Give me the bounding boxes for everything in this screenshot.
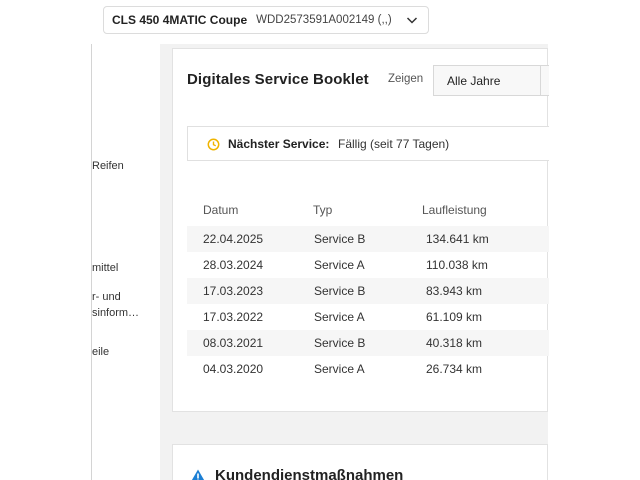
table-row: 17.03.2023 Service B 83.943 km [187,278,549,304]
year-filter-value: Alle Jahre [447,74,501,88]
year-filter-select[interactable]: Alle Jahre [433,65,549,96]
row-mileage: 134.641 km [426,232,489,246]
app-root: CLS 450 4MATIC Coupe WDD2573591A002149 (… [0,0,640,480]
vehicle-selector[interactable]: CLS 450 4MATIC Coupe WDD2573591A002149 (… [103,6,429,34]
vehicle-model: CLS 450 4MATIC Coupe [112,13,248,27]
row-date: 08.03.2021 [203,336,264,350]
left-margin [0,0,92,480]
next-service-label: Nächster Service: [228,137,330,151]
sidebar: Reifen mittel r- und sinform… eile [91,44,162,480]
row-type: Service A [314,362,365,376]
warning-icon [191,469,205,480]
row-type: Service B [314,232,366,246]
top-bar: CLS 450 4MATIC Coupe WDD2573591A002149 (… [92,0,548,44]
table-row: 28.03.2024 Service A 110.038 km [187,252,549,278]
row-type: Service B [314,284,366,298]
row-date: 17.03.2023 [203,284,264,298]
table-row: 22.04.2025 Service B 134.641 km [187,226,549,252]
sidebar-item-reifen[interactable]: Reifen [92,159,124,173]
row-type: Service A [314,258,365,272]
chevron-down-icon [406,17,418,24]
sidebar-item-sinform[interactable]: sinform… [92,306,139,320]
row-date: 22.04.2025 [203,232,264,246]
clock-icon [207,138,220,151]
column-header-date: Datum [203,203,239,217]
filter-label: Zeigen [388,73,424,85]
sidebar-item-und[interactable]: r- und [92,290,121,304]
table-row: 04.03.2020 Service A 26.734 km [187,356,549,382]
row-mileage: 110.038 km [426,258,488,272]
row-mileage: 26.734 km [426,362,483,376]
page-title: Digitales Service Booklet [187,71,369,88]
table-row: 17.03.2022 Service A 61.109 km [187,304,549,330]
select-divider [540,66,541,95]
sidebar-item-mittel[interactable]: mittel [92,261,118,275]
next-service-value: Fällig (seit 77 Tagen) [338,137,450,151]
row-type: Service B [314,336,366,350]
service-booklet-card: Digitales Service Booklet Zeigen Alle Ja… [172,48,549,412]
row-date: 28.03.2024 [203,258,264,272]
next-service-banner: Nächster Service: Fällig (seit 77 Tagen) [187,126,549,161]
row-mileage: 61.109 km [426,310,483,324]
row-date: 04.03.2020 [203,362,264,376]
row-mileage: 40.318 km [426,336,483,350]
row-date: 17.03.2022 [203,310,264,324]
sidebar-item-eile[interactable]: eile [92,345,109,359]
column-header-mileage: Laufleistung [422,203,487,217]
right-margin [548,0,640,480]
table-row: 08.03.2021 Service B 40.318 km [187,330,549,356]
customer-measures-title: Kundendienstmaßnahmen [215,467,404,480]
column-header-type: Typ [313,203,333,217]
row-mileage: 83.943 km [426,284,483,298]
vehicle-vin: WDD2573591A002149 (,,) [256,14,392,26]
row-type: Service A [314,310,365,324]
customer-measures-card: Kundendienstmaßnahmen [172,444,548,480]
